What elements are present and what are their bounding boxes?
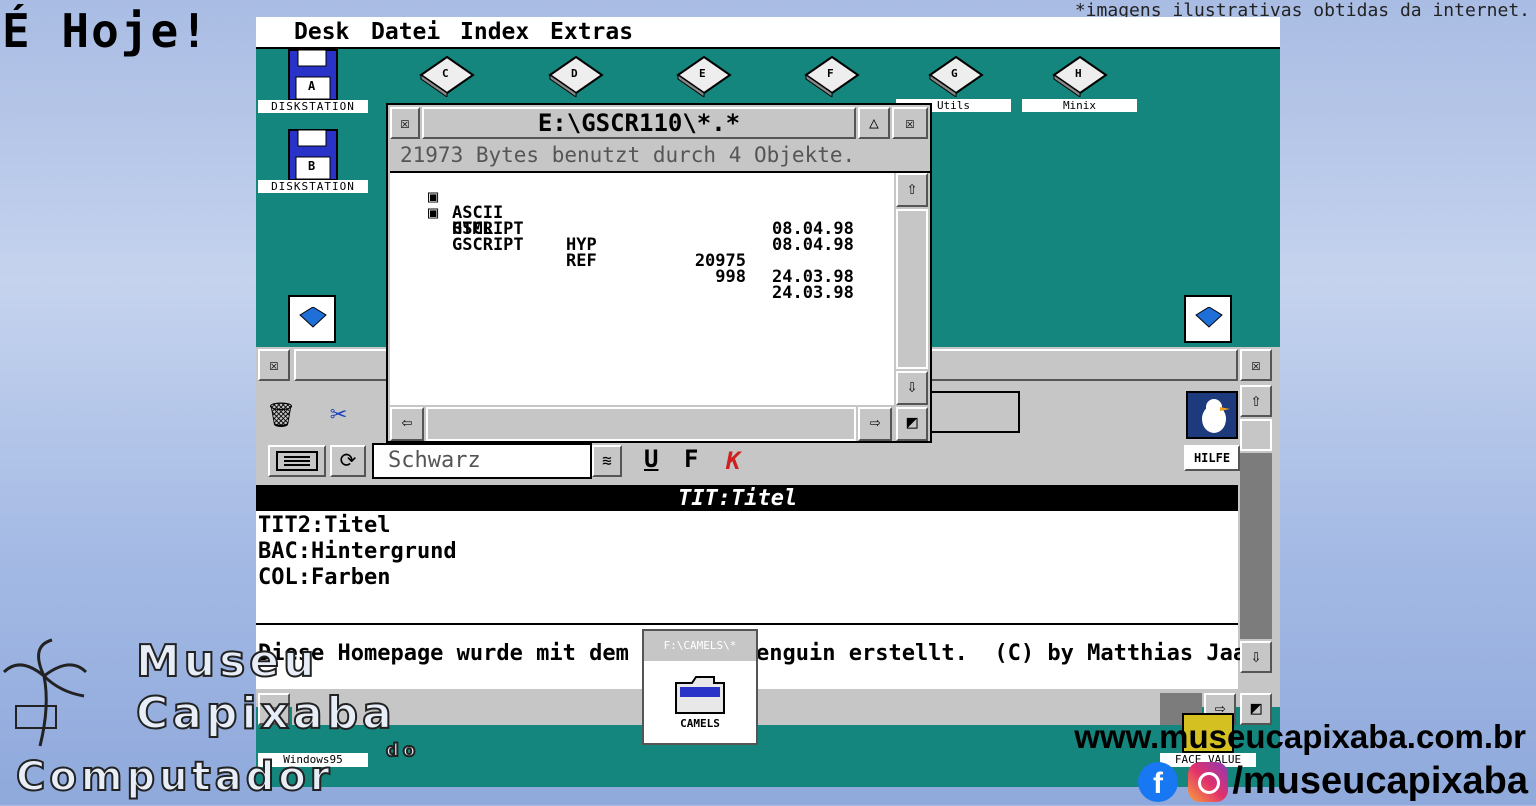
text-line: TIT2:Titel <box>258 513 391 538</box>
italic-button[interactable]: K <box>726 447 740 475</box>
scroll-up-icon[interactable]: ⇧ <box>896 173 928 207</box>
directory-window: ☒ E:\GSCR110\*.* △ ☒ 21973 Bytes benutzt… <box>386 103 932 443</box>
scroll-thumb[interactable] <box>1240 419 1272 451</box>
file-ext: REF <box>566 251 597 271</box>
drive-letter: F <box>827 67 834 80</box>
underline-button[interactable]: U <box>644 445 658 473</box>
file-list[interactable]: ▣ ASCII 08.04.98 ▣ HTML 08.04.98 GSCRIPT… <box>390 173 894 405</box>
footer-line-2: enguin erstellt. (C) by Matthias Jaap <box>756 641 1260 666</box>
headline-text: É Hoje! <box>2 4 210 58</box>
menu-desk[interactable]: Desk <box>294 19 349 45</box>
scroll-up-icon[interactable]: ⇧ <box>1240 385 1272 417</box>
drive-letter: D <box>571 67 578 80</box>
logo-line-4: Computador <box>15 753 334 801</box>
horizontal-scroll-thumb[interactable] <box>426 407 856 441</box>
iconify-icon[interactable]: △ <box>858 107 890 139</box>
fuller-icon[interactable]: ☒ <box>1240 349 1272 381</box>
floppy-disk-icon <box>288 129 338 181</box>
drive-letter: G <box>951 67 958 80</box>
menu-datei[interactable]: Datei <box>371 19 440 45</box>
file-row[interactable]: ▣ HTML 08.04.98 <box>390 189 854 254</box>
dir-title: E:\GSCR110\*.* <box>537 109 741 137</box>
close-icon[interactable]: ☒ <box>258 349 290 381</box>
dropdown-icon[interactable]: ≋ <box>592 445 622 477</box>
text-lines-icon <box>276 451 318 471</box>
camels-title: F:\CAMELS\* <box>644 631 756 661</box>
trash-icon[interactable]: 🗑 <box>266 401 296 429</box>
diamond-icon <box>299 307 327 328</box>
scroll-down-icon[interactable]: ⇩ <box>1240 641 1272 673</box>
align-text-button[interactable] <box>268 445 326 477</box>
file-row[interactable]: GSCRIPT REF 998 24.03.98 <box>390 221 854 302</box>
logo-line-1: Museu <box>135 635 319 688</box>
help-button[interactable]: HILFE <box>1184 445 1240 471</box>
fuller-icon[interactable]: ☒ <box>892 107 928 139</box>
drive-letter: B <box>308 159 316 173</box>
folder-icon <box>675 676 725 714</box>
menu-bar: Desk Datei Index Extras <box>256 17 1280 49</box>
social-handle: /museucapixaba <box>1232 760 1528 802</box>
file-row[interactable]: ▣ ASCII 08.04.98 <box>390 173 854 238</box>
diamond-icon <box>1195 307 1223 328</box>
website-url: www.museucapixaba.com.br <box>1074 718 1526 755</box>
scroll-down-icon[interactable]: ⇩ <box>896 371 928 405</box>
drive-label: DISKSTATION <box>258 180 368 193</box>
heading-bar: TIT:Titel <box>256 485 1238 511</box>
camels-window[interactable]: F:\CAMELS\* CAMELS <box>642 629 758 745</box>
dir-info-text: 21973 Bytes benutzt durch 4 Objekte. <box>400 143 856 167</box>
heading-text: TIT:Titel <box>678 486 798 511</box>
drive-letter: A <box>308 79 316 93</box>
font-color-value: Schwarz <box>388 448 481 473</box>
scroll-thumb[interactable] <box>896 209 928 369</box>
scroll-left-icon[interactable]: ⇦ <box>390 407 424 441</box>
penguin-icon <box>1202 399 1230 433</box>
drive-letter: H <box>1075 67 1082 80</box>
divider <box>256 623 1238 625</box>
dir-title-bar[interactable]: E:\GSCR110\*.* <box>422 107 856 139</box>
floppy-disk-icon <box>288 49 338 101</box>
logo-line-2: Capixaba <box>135 687 396 740</box>
drive-b-icon[interactable]: B DISKSTATION <box>258 129 368 215</box>
drive-label: DISKSTATION <box>258 100 368 113</box>
file-size: 998 <box>715 267 746 287</box>
camels-label: CAMELS <box>680 717 720 730</box>
dir-info-bar: 21973 Bytes benutzt durch 4 Objekte. <box>390 141 930 173</box>
program-icon[interactable] <box>288 295 336 343</box>
scissors-icon[interactable]: ✂ <box>330 397 347 430</box>
file-date: 24.03.98 <box>772 283 854 303</box>
text-line: BAC:Hintergrund <box>258 539 457 564</box>
scroll-right-icon[interactable]: ⇨ <box>858 407 892 441</box>
bold-button[interactable]: F <box>684 445 698 473</box>
drive-label: Minix <box>1022 99 1137 112</box>
instagram-icon <box>1188 762 1228 802</box>
search-icon[interactable]: ⟳ <box>330 445 366 477</box>
resize-icon[interactable]: ◩ <box>896 407 928 441</box>
program-icon[interactable] <box>1184 295 1232 343</box>
drive-h-icon[interactable]: H Minix <box>1022 53 1138 113</box>
museum-logo: Museu Capixaba do Computador <box>0 635 470 804</box>
close-icon[interactable]: ☒ <box>390 107 420 139</box>
file-name: GSCRIPT <box>452 235 524 255</box>
menu-extras[interactable]: Extras <box>550 19 633 45</box>
palm-tree-icon <box>2 638 88 747</box>
file-date: 08.04.98 <box>772 235 854 255</box>
drive-a-icon[interactable]: A DISKSTATION <box>258 49 368 135</box>
menu-index[interactable]: Index <box>460 19 529 45</box>
font-color-field[interactable]: Schwarz <box>372 443 592 479</box>
facebook-icon: f <box>1138 762 1178 802</box>
logo-line-3: do <box>385 739 420 762</box>
file-row[interactable]: GSCRIPT HYP 20975 24.03.98 <box>390 205 854 286</box>
penguin-logo-icon <box>1186 391 1238 439</box>
drive-letter: C <box>442 67 449 80</box>
scroll-track[interactable] <box>1240 453 1272 639</box>
drive-letter: E <box>699 67 706 80</box>
text-line: COL:Farben <box>258 565 391 590</box>
toolbar-field[interactable] <box>926 391 1020 433</box>
